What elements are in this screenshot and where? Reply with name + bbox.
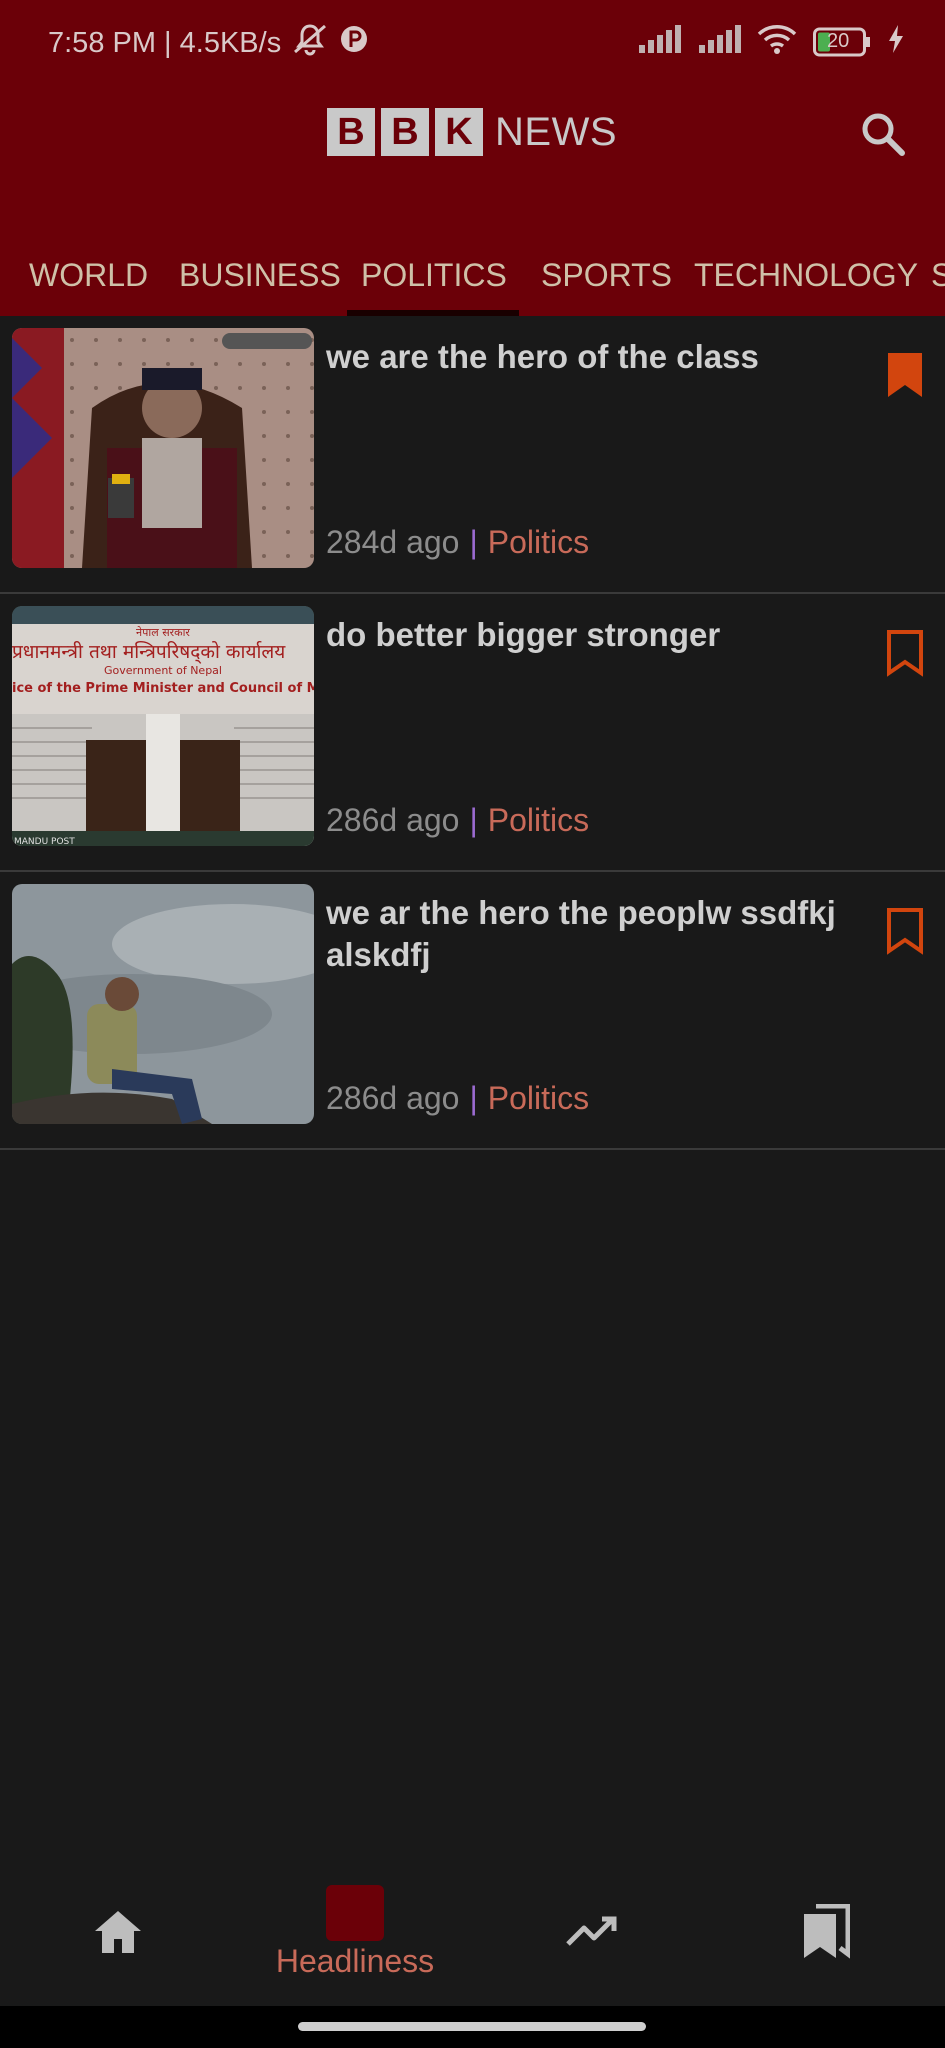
meta-separator: | [469,524,478,560]
article-item[interactable]: we are the hero of the class 284d ago | … [0,316,945,594]
search-button[interactable] [855,106,911,162]
mute-icon [291,22,329,64]
article-category[interactable]: Politics [488,524,589,561]
sign-line-2: प्रधानमन्त्री तथा मन्त्रिपरिषद्को कार्या… [12,640,286,664]
bookmark-button[interactable] [885,628,925,678]
nav-headlines[interactable]: Headliness [260,1862,450,2002]
tab-technology[interactable]: TECHNOLOGY [694,236,918,314]
tab-sports[interactable]: SPORTS [541,236,672,314]
photo-credit: MANDU POST [14,837,75,846]
brand-letter-2: B [381,108,429,156]
bookmark-button[interactable] [885,906,925,956]
bookmark-button[interactable] [885,350,925,400]
home-icon [95,1911,141,1953]
sign-line-1: नेपाल सरकार [136,626,190,639]
nav-headlines-label: Headliness [275,1942,435,1979]
gesture-bar [0,2006,945,2048]
sign-line-4: ice of the Prime Minister and Council of… [12,681,314,696]
bookmarks-icon [804,1904,850,1959]
status-bar: 7:58 PM | 4.5KB/s 20 [0,0,945,82]
sign-line-3: Government of Nepal [104,664,222,677]
meta-separator: | [469,1080,478,1116]
category-tabs: WORLD BUSINESS POLITICS SPORTS TECHNOLOG… [0,236,945,314]
article-title[interactable]: do better bigger stronger [326,614,866,656]
app-status-icon [339,24,369,62]
article-thumbnail: नेपाल सरकार प्रधानमन्त्री तथा मन्त्रिपरि… [12,606,314,846]
wifi-icon [757,24,797,59]
headlines-icon [326,1884,384,1941]
meta-separator: | [469,802,478,838]
tab-more[interactable]: S [931,236,945,314]
tab-politics[interactable]: POLITICS [361,236,507,314]
status-left: 7:58 PM | 4.5KB/s [48,22,369,64]
article-thumbnail [12,884,314,1124]
article-thumbnail [12,328,314,568]
article-title[interactable]: we ar the hero the peoplw ssdfkj alskdfj [326,892,866,976]
battery-icon: 20 [813,27,871,57]
article-title[interactable]: we are the hero of the class [326,336,866,378]
search-icon [862,113,905,156]
brand-letter-1: B [327,108,375,156]
article-meta: 284d ago | Politics [326,524,589,561]
article-age: 286d ago [326,1080,460,1116]
article-age: 284d ago [326,524,460,560]
article-meta: 286d ago | Politics [326,802,589,839]
nav-bookmarks[interactable] [796,1862,856,2002]
article-category[interactable]: Politics [488,1080,589,1117]
bookmark-outline-icon [887,908,923,955]
brand-word: NEWS [495,109,617,154]
bookmark-outline-icon [887,630,923,677]
battery-level: 20 [827,29,850,52]
brand-logo: B B K NEWS [327,108,617,156]
nav-trending[interactable] [560,1862,624,2002]
article-list: we are the hero of the class 284d ago | … [0,316,945,1150]
status-time: 7:58 PM | 4.5KB/s [48,26,282,59]
brand-letter-3: K [435,108,483,156]
home-handle[interactable] [298,2022,646,2031]
trending-up-icon [566,1916,617,1946]
status-right: 20 [637,24,905,59]
article-age: 286d ago [326,802,460,838]
signal-icon [637,25,681,58]
tab-business[interactable]: BUSINESS [179,236,341,314]
nav-home[interactable] [76,1862,160,2002]
tab-world[interactable]: WORLD [29,236,148,314]
article-category[interactable]: Politics [488,802,589,839]
article-item[interactable]: we ar the hero the peoplw ssdfkj alskdfj… [0,872,945,1150]
charging-icon [887,25,905,58]
signal-icon-2 [697,25,741,58]
bottom-navigation: Headliness [0,1862,945,2002]
article-meta: 286d ago | Politics [326,1080,589,1117]
article-item[interactable]: नेपाल सरकार प्रधानमन्त्री तथा मन्त्रिपरि… [0,594,945,872]
bookmark-filled-icon [888,353,922,397]
app-header: 7:58 PM | 4.5KB/s 20 B B K NEWS WORLD BU… [0,0,945,316]
